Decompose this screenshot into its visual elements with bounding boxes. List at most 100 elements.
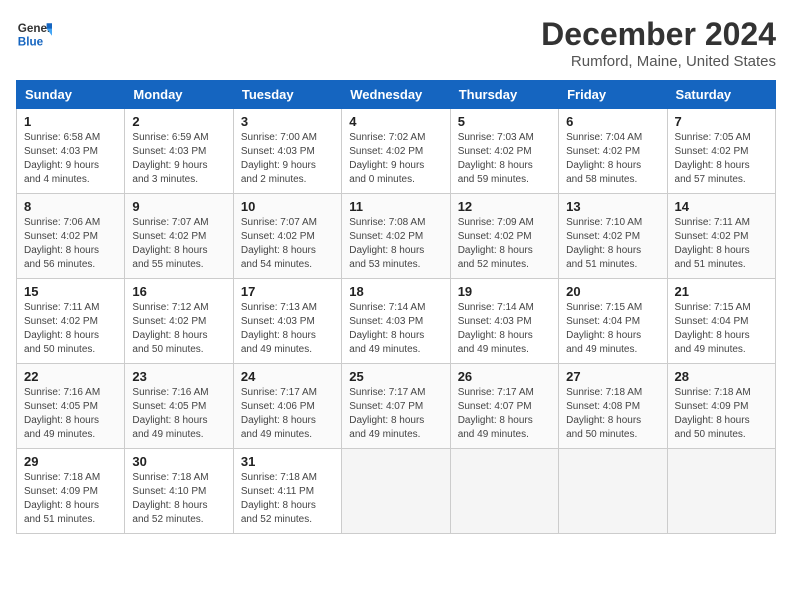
- calendar-day-28: 28 Sunrise: 7:18 AM Sunset: 4:09 PM Dayl…: [667, 364, 775, 449]
- calendar-day-17: 17 Sunrise: 7:13 AM Sunset: 4:03 PM Dayl…: [233, 279, 341, 364]
- day-info: Sunrise: 7:08 AM Sunset: 4:02 PM Dayligh…: [349, 216, 442, 272]
- day-number: 26: [458, 369, 551, 384]
- day-number: 7: [675, 114, 768, 129]
- calendar-day-19: 19 Sunrise: 7:14 AM Sunset: 4:03 PM Dayl…: [450, 279, 558, 364]
- day-number: 6: [566, 114, 659, 129]
- calendar-week-2: 8 Sunrise: 7:06 AM Sunset: 4:02 PM Dayli…: [17, 194, 776, 279]
- day-info: Sunrise: 7:10 AM Sunset: 4:02 PM Dayligh…: [566, 216, 659, 272]
- calendar-day-7: 7 Sunrise: 7:05 AM Sunset: 4:02 PM Dayli…: [667, 109, 775, 194]
- day-info: Sunrise: 7:17 AM Sunset: 4:06 PM Dayligh…: [241, 386, 334, 442]
- day-header-saturday: Saturday: [667, 81, 775, 109]
- day-info: Sunrise: 7:14 AM Sunset: 4:03 PM Dayligh…: [349, 301, 442, 357]
- day-number: 4: [349, 114, 442, 129]
- day-number: 15: [24, 284, 117, 299]
- calendar-day-14: 14 Sunrise: 7:11 AM Sunset: 4:02 PM Dayl…: [667, 194, 775, 279]
- calendar-day-empty: [667, 449, 775, 534]
- calendar-day-8: 8 Sunrise: 7:06 AM Sunset: 4:02 PM Dayli…: [17, 194, 125, 279]
- calendar-week-3: 15 Sunrise: 7:11 AM Sunset: 4:02 PM Dayl…: [17, 279, 776, 364]
- calendar-body: 1 Sunrise: 6:58 AM Sunset: 4:03 PM Dayli…: [17, 109, 776, 534]
- day-number: 27: [566, 369, 659, 384]
- day-info: Sunrise: 7:18 AM Sunset: 4:09 PM Dayligh…: [24, 471, 117, 527]
- day-number: 5: [458, 114, 551, 129]
- day-number: 1: [24, 114, 117, 129]
- day-info: Sunrise: 7:18 AM Sunset: 4:08 PM Dayligh…: [566, 386, 659, 442]
- day-number: 22: [24, 369, 117, 384]
- calendar-day-12: 12 Sunrise: 7:09 AM Sunset: 4:02 PM Dayl…: [450, 194, 558, 279]
- day-number: 12: [458, 199, 551, 214]
- calendar-day-empty: [342, 449, 450, 534]
- day-number: 9: [132, 199, 225, 214]
- calendar-day-10: 10 Sunrise: 7:07 AM Sunset: 4:02 PM Dayl…: [233, 194, 341, 279]
- day-number: 23: [132, 369, 225, 384]
- day-info: Sunrise: 7:17 AM Sunset: 4:07 PM Dayligh…: [349, 386, 442, 442]
- day-info: Sunrise: 7:18 AM Sunset: 4:09 PM Dayligh…: [675, 386, 768, 442]
- day-number: 25: [349, 369, 442, 384]
- day-number: 2: [132, 114, 225, 129]
- day-info: Sunrise: 7:11 AM Sunset: 4:02 PM Dayligh…: [675, 216, 768, 272]
- day-info: Sunrise: 7:11 AM Sunset: 4:02 PM Dayligh…: [24, 301, 117, 357]
- calendar-header-row: SundayMondayTuesdayWednesdayThursdayFrid…: [17, 81, 776, 109]
- calendar-day-15: 15 Sunrise: 7:11 AM Sunset: 4:02 PM Dayl…: [17, 279, 125, 364]
- day-info: Sunrise: 6:58 AM Sunset: 4:03 PM Dayligh…: [24, 131, 117, 187]
- calendar-day-24: 24 Sunrise: 7:17 AM Sunset: 4:06 PM Dayl…: [233, 364, 341, 449]
- calendar-day-23: 23 Sunrise: 7:16 AM Sunset: 4:05 PM Dayl…: [125, 364, 233, 449]
- day-number: 11: [349, 199, 442, 214]
- day-header-friday: Friday: [559, 81, 667, 109]
- calendar-day-26: 26 Sunrise: 7:17 AM Sunset: 4:07 PM Dayl…: [450, 364, 558, 449]
- calendar-week-5: 29 Sunrise: 7:18 AM Sunset: 4:09 PM Dayl…: [17, 449, 776, 534]
- day-number: 17: [241, 284, 334, 299]
- calendar-day-18: 18 Sunrise: 7:14 AM Sunset: 4:03 PM Dayl…: [342, 279, 450, 364]
- day-number: 8: [24, 199, 117, 214]
- day-number: 24: [241, 369, 334, 384]
- calendar-day-25: 25 Sunrise: 7:17 AM Sunset: 4:07 PM Dayl…: [342, 364, 450, 449]
- day-info: Sunrise: 7:14 AM Sunset: 4:03 PM Dayligh…: [458, 301, 551, 357]
- day-header-tuesday: Tuesday: [233, 81, 341, 109]
- calendar-day-13: 13 Sunrise: 7:10 AM Sunset: 4:02 PM Dayl…: [559, 194, 667, 279]
- day-number: 18: [349, 284, 442, 299]
- day-number: 13: [566, 199, 659, 214]
- calendar-day-30: 30 Sunrise: 7:18 AM Sunset: 4:10 PM Dayl…: [125, 449, 233, 534]
- day-number: 10: [241, 199, 334, 214]
- calendar-day-6: 6 Sunrise: 7:04 AM Sunset: 4:02 PM Dayli…: [559, 109, 667, 194]
- svg-text:Blue: Blue: [18, 36, 44, 49]
- day-number: 31: [241, 454, 334, 469]
- day-number: 19: [458, 284, 551, 299]
- calendar-week-4: 22 Sunrise: 7:16 AM Sunset: 4:05 PM Dayl…: [17, 364, 776, 449]
- calendar-day-empty: [559, 449, 667, 534]
- calendar-day-27: 27 Sunrise: 7:18 AM Sunset: 4:08 PM Dayl…: [559, 364, 667, 449]
- day-info: Sunrise: 7:07 AM Sunset: 4:02 PM Dayligh…: [241, 216, 334, 272]
- page-header: General Blue December 2024 Rumford, Main…: [16, 16, 776, 70]
- day-info: Sunrise: 7:03 AM Sunset: 4:02 PM Dayligh…: [458, 131, 551, 187]
- day-info: Sunrise: 7:12 AM Sunset: 4:02 PM Dayligh…: [132, 301, 225, 357]
- calendar-day-29: 29 Sunrise: 7:18 AM Sunset: 4:09 PM Dayl…: [17, 449, 125, 534]
- day-number: 14: [675, 199, 768, 214]
- day-info: Sunrise: 7:15 AM Sunset: 4:04 PM Dayligh…: [566, 301, 659, 357]
- day-header-thursday: Thursday: [450, 81, 558, 109]
- calendar-day-11: 11 Sunrise: 7:08 AM Sunset: 4:02 PM Dayl…: [342, 194, 450, 279]
- day-info: Sunrise: 7:17 AM Sunset: 4:07 PM Dayligh…: [458, 386, 551, 442]
- day-header-monday: Monday: [125, 81, 233, 109]
- calendar-day-5: 5 Sunrise: 7:03 AM Sunset: 4:02 PM Dayli…: [450, 109, 558, 194]
- calendar-week-1: 1 Sunrise: 6:58 AM Sunset: 4:03 PM Dayli…: [17, 109, 776, 194]
- day-info: Sunrise: 7:16 AM Sunset: 4:05 PM Dayligh…: [132, 386, 225, 442]
- day-number: 29: [24, 454, 117, 469]
- calendar-day-4: 4 Sunrise: 7:02 AM Sunset: 4:02 PM Dayli…: [342, 109, 450, 194]
- day-number: 3: [241, 114, 334, 129]
- day-info: Sunrise: 7:16 AM Sunset: 4:05 PM Dayligh…: [24, 386, 117, 442]
- calendar-day-1: 1 Sunrise: 6:58 AM Sunset: 4:03 PM Dayli…: [17, 109, 125, 194]
- day-info: Sunrise: 7:18 AM Sunset: 4:11 PM Dayligh…: [241, 471, 334, 527]
- logo-icon: General Blue: [16, 16, 52, 52]
- calendar-day-20: 20 Sunrise: 7:15 AM Sunset: 4:04 PM Dayl…: [559, 279, 667, 364]
- day-info: Sunrise: 7:00 AM Sunset: 4:03 PM Dayligh…: [241, 131, 334, 187]
- title-block: December 2024 Rumford, Maine, United Sta…: [541, 16, 776, 70]
- day-info: Sunrise: 7:04 AM Sunset: 4:02 PM Dayligh…: [566, 131, 659, 187]
- day-info: Sunrise: 7:18 AM Sunset: 4:10 PM Dayligh…: [132, 471, 225, 527]
- calendar-day-31: 31 Sunrise: 7:18 AM Sunset: 4:11 PM Dayl…: [233, 449, 341, 534]
- calendar-day-21: 21 Sunrise: 7:15 AM Sunset: 4:04 PM Dayl…: [667, 279, 775, 364]
- day-info: Sunrise: 7:06 AM Sunset: 4:02 PM Dayligh…: [24, 216, 117, 272]
- day-number: 30: [132, 454, 225, 469]
- day-number: 28: [675, 369, 768, 384]
- day-info: Sunrise: 7:02 AM Sunset: 4:02 PM Dayligh…: [349, 131, 442, 187]
- day-info: Sunrise: 7:15 AM Sunset: 4:04 PM Dayligh…: [675, 301, 768, 357]
- day-number: 20: [566, 284, 659, 299]
